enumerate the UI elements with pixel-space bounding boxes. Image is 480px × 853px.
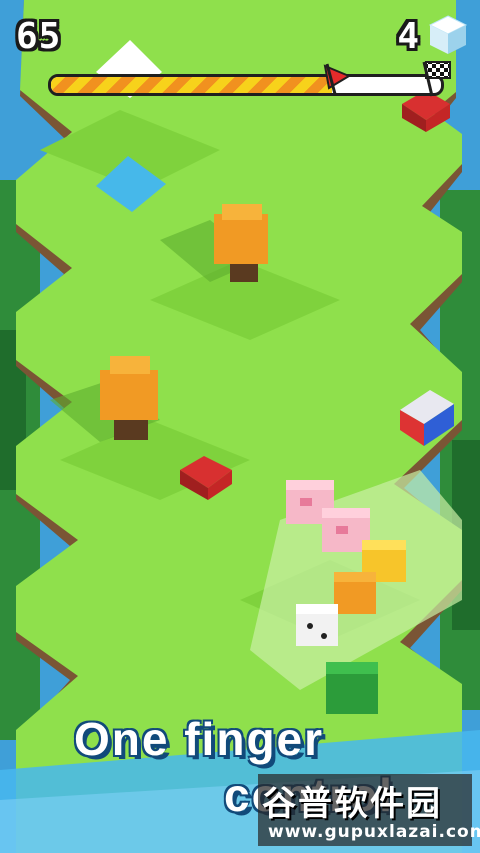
watermark-title: 谷普软件园 [262,784,442,824]
level-progress-bar [48,74,444,96]
red-player-flag-icon [323,63,352,95]
watermark-url: www.gupuxlazai.com [268,822,480,842]
white-dice [296,604,338,646]
score-counter: 65 [16,16,62,57]
orange-chick [334,572,376,614]
white-cube-icon [428,15,468,54]
promo-text-line-1: One finger [74,713,325,765]
progress-fill [51,77,332,93]
cube-counter: 4 [397,16,420,57]
checkered-finish-flag-icon [422,61,451,97]
